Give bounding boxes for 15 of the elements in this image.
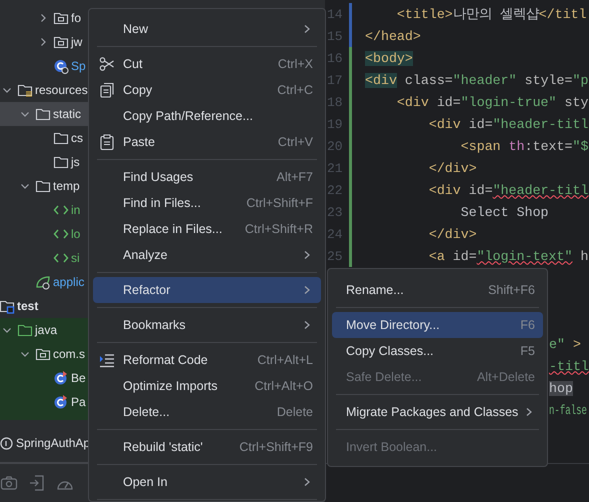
code-line: <span th:text="$ — [460, 138, 588, 154]
code-line: e" > — [549, 336, 581, 352]
run-config-label: SpringAuthAp — [16, 436, 90, 450]
code-line: </div> — [428, 226, 477, 242]
code-line: Select Shop — [460, 204, 549, 220]
code-line: <a id="login-text" h — [428, 248, 588, 264]
code-line: </div> — [428, 160, 477, 176]
code-line: <title>나만의 셀렉샵</titl — [396, 6, 587, 23]
code-line: <div id="header-titl — [428, 182, 588, 198]
code-line: <div class="header" style="p — [365, 72, 588, 88]
code-line: n-false — [549, 402, 588, 418]
code-line: -titl — [549, 358, 589, 374]
code-line: <div id="login-true" sty — [396, 94, 588, 110]
code-line: <div id="header-titl — [428, 116, 588, 132]
code-line: </head> — [365, 28, 421, 44]
